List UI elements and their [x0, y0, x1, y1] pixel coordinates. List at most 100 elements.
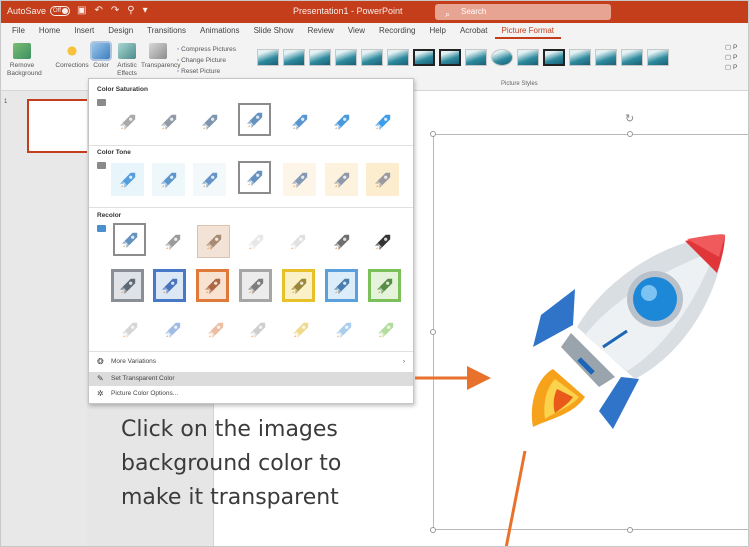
recolor-lightblue-dark-swatch[interactable]	[325, 269, 358, 302]
quick-access-toolbar: ▣ ↶ ↷ ⚲ ▾	[77, 5, 148, 16]
tab-review[interactable]: Review	[301, 23, 341, 39]
recolor-washout-swatch[interactable]	[239, 225, 272, 258]
presenter-icon[interactable]: ⚲	[127, 5, 134, 16]
tab-help[interactable]: Help	[423, 23, 453, 39]
color-options-icon: ✲	[97, 389, 104, 398]
picture-color-options-item[interactable]: ✲ Picture Color Options...	[89, 387, 413, 401]
change-picture-button[interactable]: Change Picture	[177, 55, 236, 66]
recolor-gray-dark-swatch[interactable]	[239, 269, 272, 302]
tab-view[interactable]: View	[341, 23, 372, 39]
picture-style-item[interactable]	[569, 49, 591, 66]
recolor-bw-50-swatch[interactable]	[325, 225, 358, 258]
recolor-no-recolor-swatch[interactable]	[113, 223, 146, 256]
recolor-light-1-swatch[interactable]	[113, 313, 146, 346]
remove-background-button[interactable]: Remove Background	[7, 43, 42, 78]
tab-animations[interactable]: Animations	[193, 23, 247, 39]
saturation-100-swatch[interactable]	[238, 103, 271, 136]
saturation-33-swatch[interactable]	[152, 105, 185, 138]
picture-style-item[interactable]	[543, 49, 565, 66]
resize-handle[interactable]	[627, 527, 633, 533]
tab-home[interactable]: Home	[32, 23, 67, 39]
picture-style-item[interactable]	[283, 49, 305, 66]
tone-4700k-swatch[interactable]	[111, 163, 144, 196]
saturation-0-swatch[interactable]	[111, 105, 144, 138]
picture-style-item[interactable]	[647, 49, 669, 66]
more-variations-item[interactable]: ❂ More Variations ›	[89, 355, 413, 369]
tab-design[interactable]: Design	[101, 23, 140, 39]
recolor-bw-25-swatch[interactable]	[281, 225, 314, 258]
rocket-picture[interactable]	[515, 229, 739, 439]
picture-style-item[interactable]	[517, 49, 539, 66]
recolor-sepia-swatch[interactable]	[197, 225, 230, 258]
ribbon-right-commands[interactable]: ▢ P ▢ P ▢ P	[725, 43, 737, 73]
saturation-66-swatch[interactable]	[193, 105, 226, 138]
resize-handle[interactable]	[627, 131, 633, 137]
recolor-orange-light-swatch[interactable]	[199, 313, 232, 346]
autosave-toggle[interactable]: Off	[50, 6, 71, 16]
undo-icon[interactable]: ↶	[94, 5, 102, 16]
ribbon-tabs: File Home Insert Design Transitions Anim…	[1, 23, 748, 39]
search-input[interactable]: ⌕ Search	[435, 4, 611, 20]
picture-styles-gallery	[257, 49, 669, 66]
picture-style-item[interactable]	[465, 49, 487, 66]
saturation-200-swatch[interactable]	[283, 105, 316, 138]
picture-style-item[interactable]	[439, 49, 461, 66]
picture-style-item[interactable]	[491, 49, 513, 66]
recolor-gold-light-swatch[interactable]	[284, 313, 317, 346]
resize-handle[interactable]	[430, 131, 436, 137]
corrections-button[interactable]: Corrections	[55, 43, 89, 70]
tab-insert[interactable]: Insert	[67, 23, 101, 39]
recolor-grayscale-swatch[interactable]	[156, 225, 189, 258]
palette-icon: ❂	[97, 357, 104, 366]
saturation-400-swatch[interactable]	[366, 105, 399, 138]
tone-8800k-swatch[interactable]	[325, 163, 358, 196]
redo-icon[interactable]: ↷	[111, 5, 119, 16]
instruction-callout: Click on the images background color to …	[121, 413, 411, 515]
picture-style-item[interactable]	[595, 49, 617, 66]
recolor-green-light-swatch[interactable]	[369, 313, 402, 346]
color-button[interactable]: Color	[90, 41, 112, 70]
recolor-blue-dark-swatch[interactable]	[153, 269, 186, 302]
reset-picture-button[interactable]: Reset Picture	[177, 66, 236, 77]
recolor-lightblue-light-swatch[interactable]	[327, 313, 360, 346]
tone-6500k-swatch[interactable]	[238, 161, 271, 194]
saturation-300-swatch[interactable]	[325, 105, 358, 138]
autosave-control[interactable]: AutoSave Off	[7, 6, 71, 16]
set-transparent-color-item[interactable]: ✎ Set Transparent Color	[89, 372, 413, 386]
picture-style-item[interactable]	[335, 49, 357, 66]
tab-acrobat[interactable]: Acrobat	[453, 23, 495, 39]
separator	[89, 351, 413, 352]
tab-transitions[interactable]: Transitions	[140, 23, 193, 39]
picture-style-item[interactable]	[621, 49, 643, 66]
picture-style-item[interactable]	[361, 49, 383, 66]
more-variations-label: More Variations	[111, 358, 157, 365]
recolor-gold-dark-swatch[interactable]	[282, 269, 315, 302]
callout-line-1: Click on the images	[121, 417, 338, 442]
recolor-gray-light-swatch[interactable]	[241, 313, 274, 346]
tab-file[interactable]: File	[5, 23, 32, 39]
tab-recording[interactable]: Recording	[372, 23, 422, 39]
tone-7200k-swatch[interactable]	[283, 163, 316, 196]
tone-5900k-swatch[interactable]	[193, 163, 226, 196]
tone-11200k-swatch[interactable]	[366, 163, 399, 196]
picture-style-item[interactable]	[413, 49, 435, 66]
qat-dropdown-icon[interactable]: ▾	[143, 5, 148, 16]
save-icon[interactable]: ▣	[77, 5, 86, 16]
resize-handle[interactable]	[430, 527, 436, 533]
recolor-blue-light-swatch[interactable]	[156, 313, 189, 346]
picture-style-item[interactable]	[309, 49, 331, 66]
tab-slide-show[interactable]: Slide Show	[247, 23, 301, 39]
recolor-dark-1-swatch[interactable]	[111, 269, 144, 302]
picture-style-item[interactable]	[257, 49, 279, 66]
recolor-orange-dark-swatch[interactable]	[196, 269, 229, 302]
compress-pictures-button[interactable]: Compress Pictures	[177, 44, 236, 55]
picture-style-item[interactable]	[387, 49, 409, 66]
rotate-handle-icon[interactable]: ↻	[625, 112, 634, 125]
tab-picture-format[interactable]: Picture Format	[494, 23, 561, 39]
recolor-green-dark-swatch[interactable]	[368, 269, 401, 302]
tone-5300k-swatch[interactable]	[152, 163, 185, 196]
resize-handle[interactable]	[430, 329, 436, 335]
recolor-bw-75-swatch[interactable]	[366, 225, 399, 258]
artistic-effects-button[interactable]: Artistic Effects	[114, 43, 140, 78]
transparency-button[interactable]: Transparency	[141, 43, 181, 70]
